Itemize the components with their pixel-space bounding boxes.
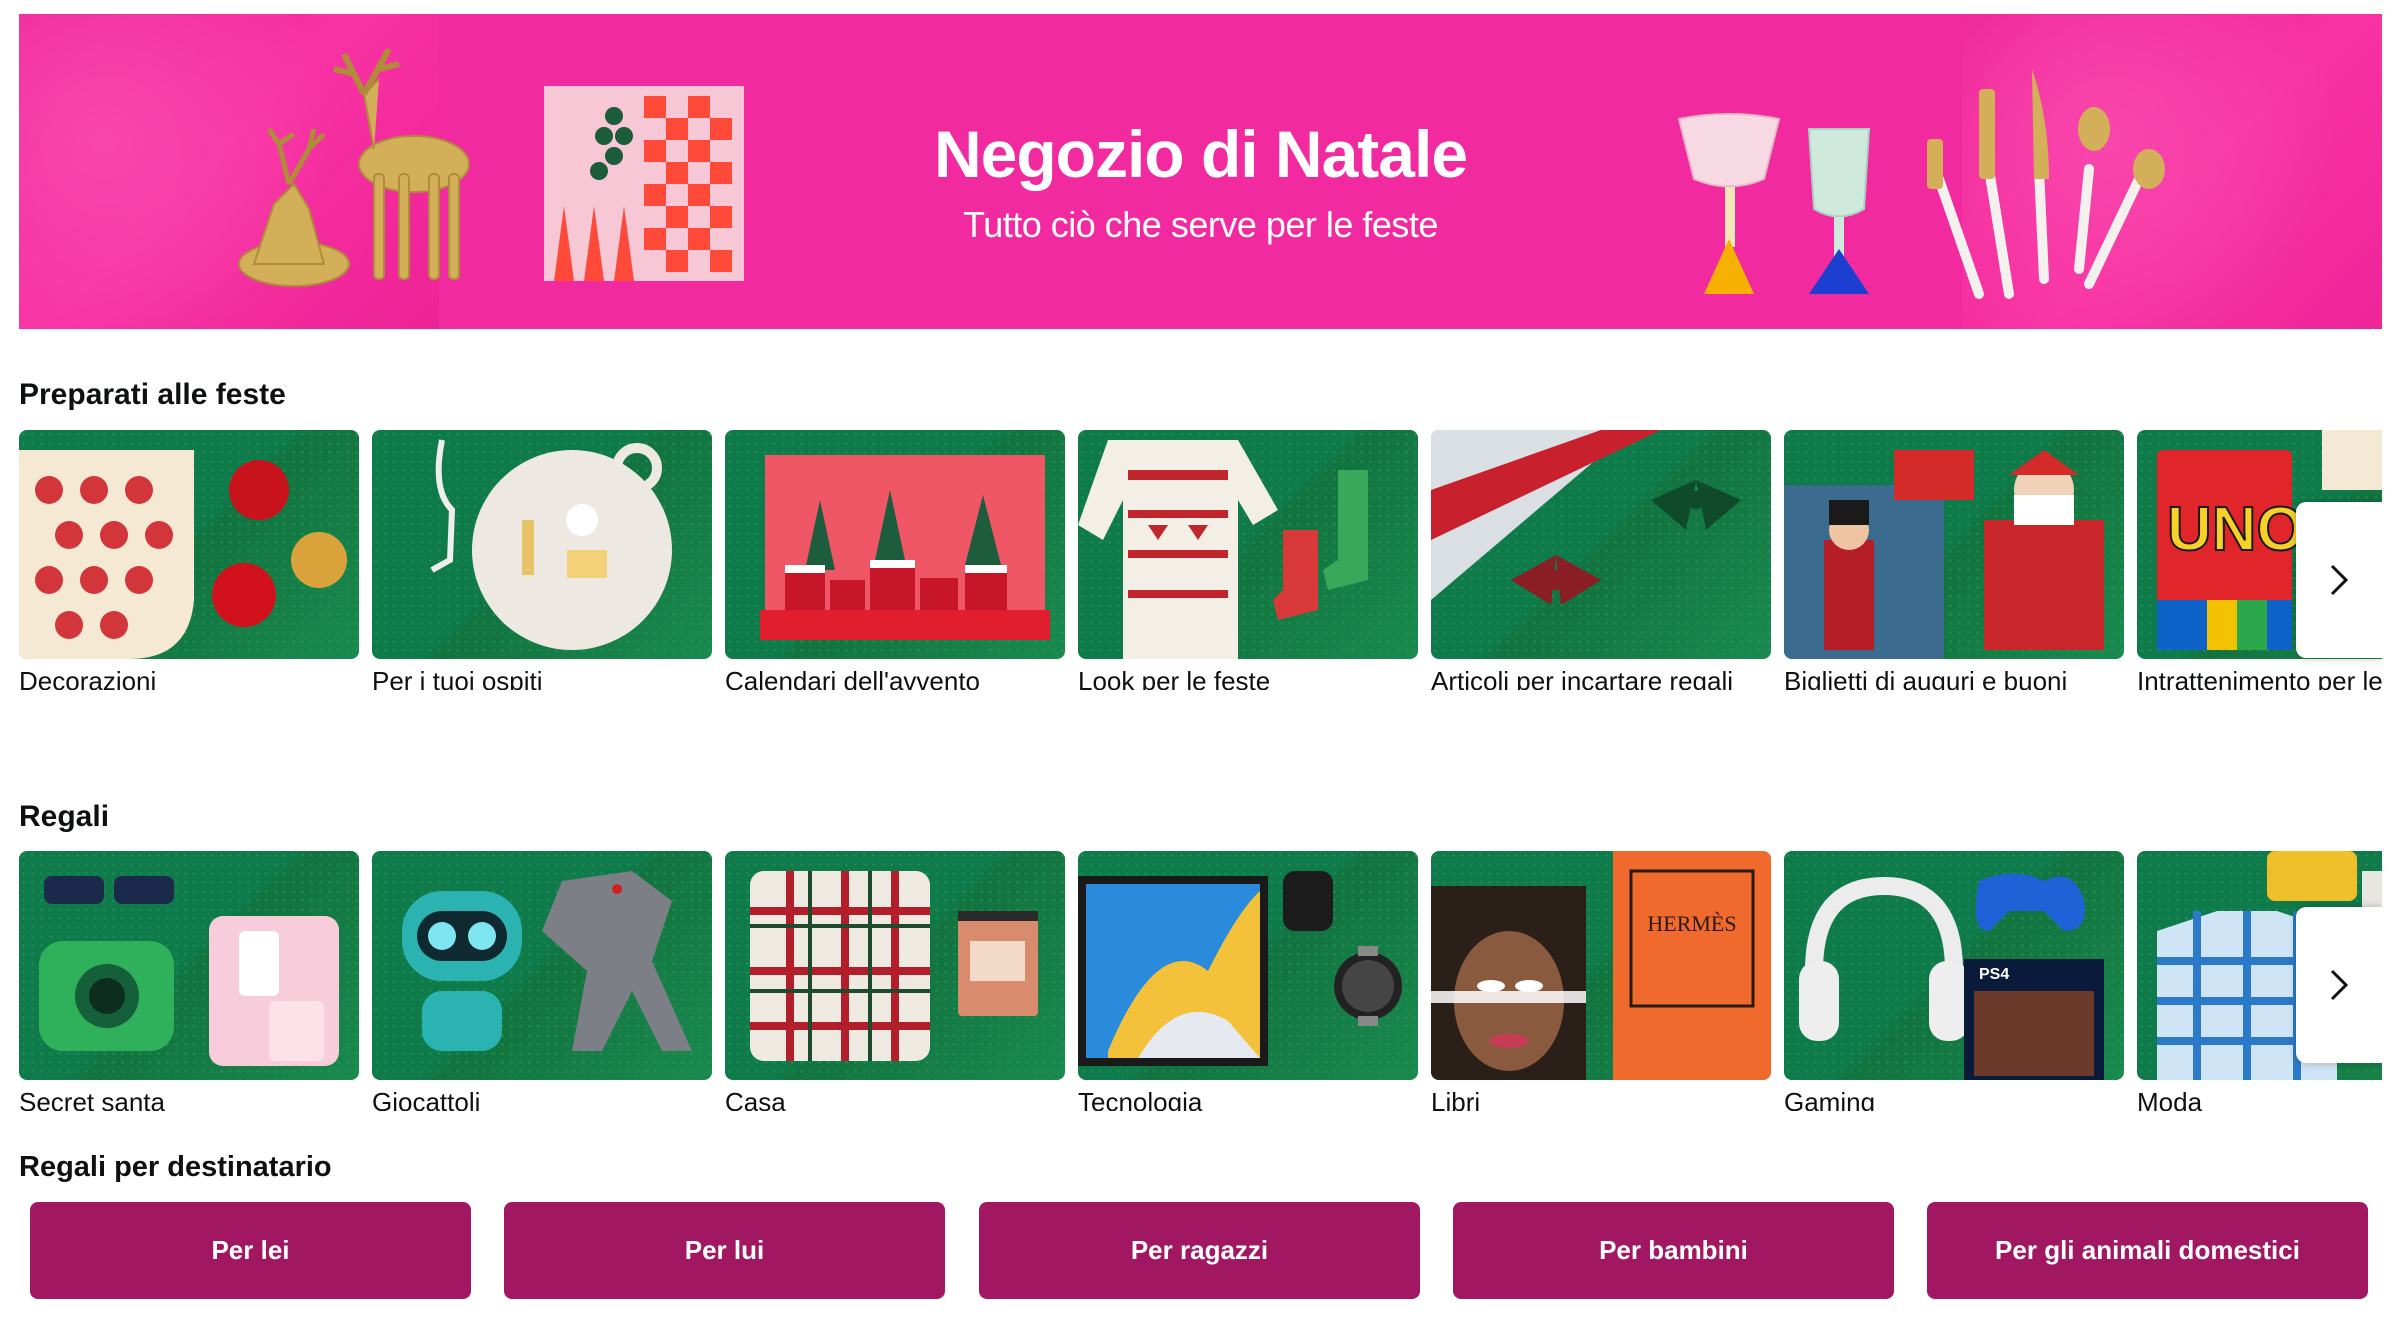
category-card-incartare[interactable]: Articoli per incartare regali bbox=[1431, 430, 1771, 690]
category-image[interactable] bbox=[1784, 430, 2124, 659]
recipient-button-per-lui[interactable]: Per lui bbox=[504, 1202, 945, 1299]
category-label[interactable]: Look per le feste bbox=[1078, 665, 1418, 690]
category-image[interactable] bbox=[725, 851, 1065, 1080]
recipient-button-per-bambini[interactable]: Per bambini bbox=[1453, 1202, 1894, 1299]
category-label[interactable]: Decorazioni bbox=[19, 665, 359, 690]
category-card-decorazioni[interactable]: Decorazioni bbox=[19, 430, 359, 690]
category-card-ospiti[interactable]: Per i tuoi ospiti bbox=[372, 430, 712, 690]
category-card-secret-santa[interactable]: Secret santa bbox=[19, 851, 359, 1111]
christmas-store-banner[interactable]: Negozio di Natale Tutto ciò che serve pe… bbox=[19, 14, 2382, 329]
uno-logo: UNO bbox=[2167, 495, 2305, 564]
category-card-giocattoli[interactable]: Giocattoli bbox=[372, 851, 712, 1111]
chevron-right-icon bbox=[2330, 969, 2349, 1001]
category-image[interactable] bbox=[372, 430, 712, 659]
category-card-tecnologia[interactable]: Tecnologia bbox=[1078, 851, 1418, 1111]
category-image[interactable] bbox=[1431, 430, 1771, 659]
category-label[interactable]: Tecnologia bbox=[1078, 1086, 1418, 1111]
category-card-libri[interactable]: HERMÈS Libri bbox=[1431, 851, 1771, 1111]
carousel-next-button[interactable] bbox=[2296, 502, 2382, 658]
category-label[interactable]: Biglietti di auguri e buoni regalo bbox=[1784, 665, 2124, 690]
category-image[interactable] bbox=[1078, 851, 1418, 1080]
section-title-preparati: Preparati alle feste bbox=[19, 378, 286, 411]
category-card-calendari[interactable]: Calendari dell'avvento bbox=[725, 430, 1065, 690]
recipient-button-per-animali[interactable]: Per gli animali domestici bbox=[1927, 1202, 2368, 1299]
glasses-icon bbox=[1677, 113, 1871, 294]
carousel-next-button[interactable] bbox=[2296, 907, 2382, 1063]
book-title-hermes: HERMÈS bbox=[1647, 911, 1736, 936]
category-label[interactable]: Casa bbox=[725, 1086, 1065, 1111]
section-title-destinatario: Regali per destinatario bbox=[19, 1151, 332, 1183]
recipient-button-per-ragazzi[interactable]: Per ragazzi bbox=[979, 1202, 1420, 1299]
category-label[interactable]: Giocattoli bbox=[372, 1086, 712, 1111]
category-image[interactable] bbox=[725, 430, 1065, 659]
category-label[interactable]: Per i tuoi ospiti bbox=[372, 665, 712, 690]
recipient-button-per-lei[interactable]: Per lei bbox=[30, 1202, 471, 1299]
category-image[interactable]: HERMÈS bbox=[1431, 851, 1771, 1080]
section-title-regali: Regali bbox=[19, 800, 110, 833]
category-label[interactable]: Calendari dell'avvento bbox=[725, 665, 1065, 690]
category-image[interactable] bbox=[19, 851, 359, 1080]
category-image[interactable] bbox=[372, 851, 712, 1080]
category-card-biglietti[interactable]: Biglietti di auguri e buoni regalo bbox=[1784, 430, 2124, 690]
category-label[interactable]: Moda bbox=[2137, 1086, 2382, 1111]
category-card-casa[interactable]: Casa bbox=[725, 851, 1065, 1111]
category-label[interactable]: Libri bbox=[1431, 1086, 1771, 1111]
category-image[interactable] bbox=[19, 430, 359, 659]
carousel-regali: Secret santa Giocattoli Casa Tecnologia … bbox=[19, 851, 2382, 1111]
category-card-look[interactable]: Look per le feste bbox=[1078, 430, 1418, 690]
category-label[interactable]: Intrattenimento per le bbox=[2137, 665, 2382, 690]
category-card-gaming[interactable]: PS4 Gaming bbox=[1784, 851, 2124, 1111]
category-label[interactable]: Articoli per incartare regali bbox=[1431, 665, 1771, 690]
category-image[interactable]: PS4 bbox=[1784, 851, 2124, 1080]
carousel-preparati: Decorazioni Per i tuoi ospiti Calendari … bbox=[19, 430, 2382, 690]
category-image[interactable] bbox=[1078, 430, 1418, 659]
category-label[interactable]: Gaming bbox=[1784, 1086, 2124, 1111]
ps4-label: PS4 bbox=[1979, 966, 2009, 983]
chevron-right-icon bbox=[2330, 564, 2349, 596]
category-label[interactable]: Secret santa bbox=[19, 1086, 359, 1111]
cutlery-icon bbox=[1927, 69, 2165, 299]
